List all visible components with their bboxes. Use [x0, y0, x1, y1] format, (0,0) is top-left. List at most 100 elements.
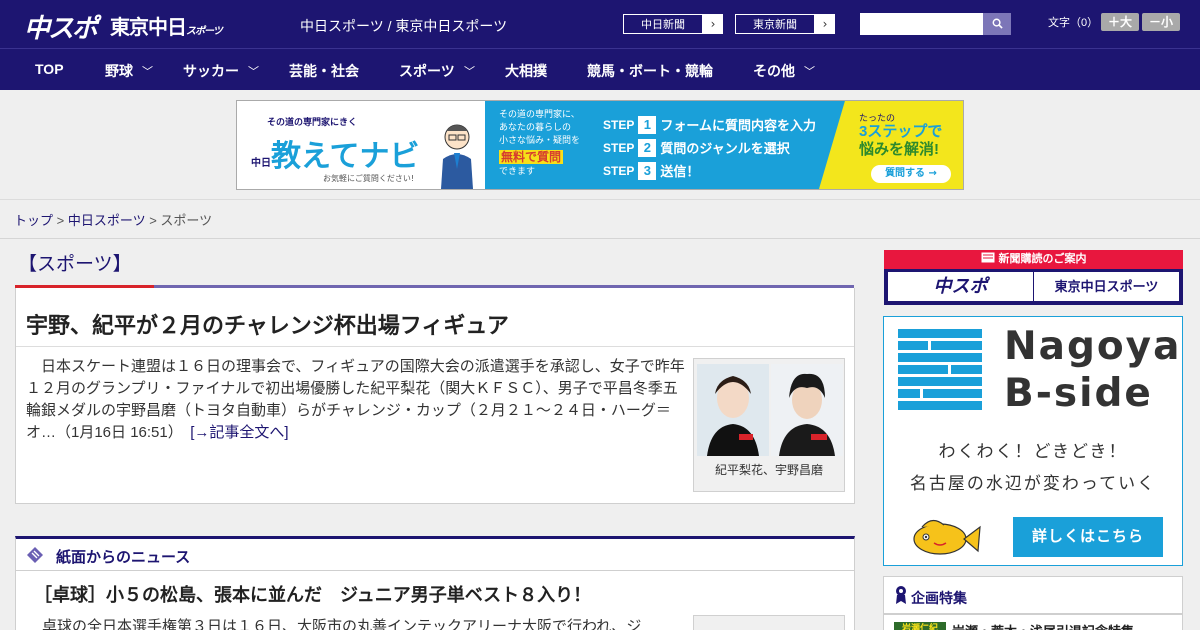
- nagoya-bside-ad[interactable]: Nagoya B-side わくわく！どきどき！ 名古屋の水辺が変わっていく 詳…: [883, 316, 1183, 566]
- ad-free-suffix: できます: [499, 167, 536, 177]
- ad-desc-panel: その道の専門家に、 あなたの暮らしの 小さな悩み・疑問を 無料で質問 できます: [485, 101, 601, 189]
- tokyo-chunichi-logo[interactable]: 東京中日スポーツ: [110, 11, 223, 40]
- feature-header: 企画特集: [883, 576, 1183, 614]
- advisor-illustration-icon: [441, 124, 473, 189]
- top-header: 中スポ 東京中日スポーツ 中日スポーツ / 東京中日スポーツ 中日新聞 › 東京…: [0, 0, 1200, 48]
- print-news-title: 紙面からのニュース: [56, 549, 191, 566]
- tokyo-shimbun-link[interactable]: 東京新聞 ›: [734, 13, 836, 35]
- bside-details-button[interactable]: 詳しくはこちら: [1013, 517, 1163, 557]
- ad-note: お気軽にご質問ください!: [323, 174, 415, 183]
- subscription-header-label: 新聞購読のご案内: [998, 253, 1087, 265]
- ad-desc-line: あなたの暮らしの: [499, 123, 572, 133]
- chevron-down-icon[interactable]: ﹀: [464, 63, 475, 79]
- feature-item[interactable]: 岩瀬仁紀 岩瀬・荒木・浅尾引退記念特集: [883, 614, 1183, 630]
- bside-subtitle-2: 名古屋の水辺が変わっていく: [909, 474, 1157, 493]
- subscribe-chunichi-sports[interactable]: 中スポ: [888, 272, 1033, 301]
- ribbon-badge-icon: [896, 586, 906, 604]
- chevron-down-icon[interactable]: ﹀: [248, 63, 259, 79]
- print-news-lead: 卓球の全日本選手権第３日は１６日、大阪市の丸善インテックアリーナ大阪で行われ、ジ: [42, 618, 642, 630]
- article-card: 宇野、紀平が２月のチャレンジ杯出場フィギュア 日本スケート連盟は１６日の理事会で…: [15, 288, 855, 504]
- article-body: 日本スケート連盟は１６日の理事会で、フィギュアの国際大会の派遣選手を承認し、女子…: [26, 356, 686, 444]
- tokyo-shimbun-label: 東京新聞: [735, 14, 815, 34]
- step-text: 質問のジャンルを選択: [660, 141, 790, 156]
- chevron-down-icon[interactable]: ﹀: [142, 63, 153, 79]
- step-label: STEP: [603, 163, 635, 178]
- font-bigger-button[interactable]: ＋大: [1101, 13, 1139, 31]
- bside-name-line2: B-side: [1004, 371, 1153, 416]
- kihira-photo: [697, 364, 769, 456]
- nav-item-baseball[interactable]: 野球: [105, 61, 133, 81]
- search-icon: [992, 18, 1003, 29]
- photo-caption: 紀平梨花、宇野昌磨: [714, 463, 823, 477]
- ad-headline-1: 3ステップで: [859, 123, 943, 140]
- breadcrumb: トップ > 中日スポーツ > スポーツ: [14, 210, 212, 229]
- breadcrumb-separator: >: [145, 213, 161, 228]
- nav-item-entertainment[interactable]: 芸能・社会: [289, 61, 359, 81]
- search-input[interactable]: [860, 13, 984, 35]
- step-number: 3: [638, 161, 657, 180]
- feature-item-tag: 岩瀬仁紀: [894, 622, 946, 630]
- nav-item-top[interactable]: TOP: [35, 61, 64, 77]
- tokyo-chunichi-logo-small: スポーツ: [186, 26, 223, 37]
- shachihoko-mascot-icon: [913, 519, 981, 555]
- ad-headline-2: 悩みを解消!: [859, 141, 939, 158]
- chevron-right-icon: ›: [710, 17, 716, 31]
- subscription-header: 新聞購読のご案内: [884, 250, 1183, 269]
- uno-photo: [771, 364, 843, 456]
- font-smaller-button[interactable]: －小: [1142, 13, 1180, 31]
- print-news-header: 紙面からのニュース: [15, 536, 855, 570]
- newspaper-icon: [27, 547, 43, 563]
- chevron-right-icon: ›: [822, 17, 828, 31]
- step-number: 2: [638, 138, 657, 157]
- ad-step-3: STEP 3 送信！: [603, 161, 699, 180]
- ad-brand: 中日教えてナビ: [251, 131, 420, 175]
- nagoya-bside-logo-icon: [898, 329, 982, 410]
- subscription-box: 新聞購読のご案内 中スポ 東京中日スポーツ: [884, 250, 1183, 305]
- nav-item-sports[interactable]: スポーツ: [399, 61, 455, 81]
- ad-headline: 3ステップで 悩みを解消!: [859, 123, 942, 159]
- ad-ask-button[interactable]: 質問する →: [871, 165, 951, 183]
- breadcrumb-chunichi-sports[interactable]: 中日スポーツ: [68, 213, 146, 228]
- oshiete-navi-ad[interactable]: その道の専門家にきく 中日教えてナビ お気軽にご質問ください! その道の専門家に…: [236, 100, 964, 190]
- print-news-thumbnail[interactable]: [693, 615, 845, 630]
- chunichi-shimbun-link[interactable]: 中日新聞 ›: [622, 13, 724, 35]
- ad-desc-line: その道の専門家に、: [499, 110, 580, 120]
- nav-item-sumo[interactable]: 大相撲: [505, 61, 547, 81]
- step-label: STEP: [603, 140, 635, 155]
- step-text: フォームに質問内容を入力: [660, 118, 816, 133]
- nav-item-racing[interactable]: 競馬・ボート・競輪: [587, 61, 713, 81]
- person-photo-icon: [771, 364, 843, 456]
- breadcrumb-current: スポーツ: [160, 213, 213, 228]
- print-news-headline[interactable]: ［卓球］小５の松島、張本に並んだ ジュニア男子単ベスト８入り！: [34, 581, 591, 607]
- breadcrumb-top[interactable]: トップ: [14, 213, 53, 228]
- article-summary: 日本スケート連盟は１６日の理事会で、フィギュアの国際大会の派遣選手を承認し、女子…: [26, 358, 685, 441]
- ad-step-2: STEP 2 質問のジャンルを選択: [603, 138, 790, 157]
- ad-free-label: 無料で質問: [499, 150, 564, 164]
- bside-name: Nagoya B-side: [1004, 323, 1181, 417]
- ad-brand-panel: その道の専門家にきく 中日教えてナビ お気軽にご質問ください!: [237, 101, 485, 189]
- article-title[interactable]: 宇野、紀平が２月のチャレンジ杯出場フィギュア: [26, 308, 509, 340]
- main-nav: TOP 野球 ﹀ サッカー ﹀ 芸能・社会 スポーツ ﹀ 大相撲 競馬・ボート・…: [0, 48, 1200, 90]
- step-number: 1: [638, 115, 657, 134]
- article-more-link[interactable]: [→記事全文へ]: [190, 424, 288, 441]
- chunichi-sports-logo[interactable]: 中スポ: [24, 8, 98, 45]
- step-label: STEP: [603, 117, 635, 132]
- person-photo-icon: [697, 364, 769, 456]
- ad-brand-prefix: 中日: [251, 158, 271, 169]
- feature-item-title: 岩瀬・荒木・浅尾引退記念特集: [952, 621, 1134, 630]
- chunichi-shimbun-label: 中日新聞: [623, 14, 703, 34]
- feature-title: 企画特集: [911, 590, 967, 606]
- nav-item-other[interactable]: その他: [753, 61, 795, 81]
- chevron-down-icon[interactable]: ﹀: [804, 63, 815, 79]
- subscribe-tokyo-chunichi[interactable]: 東京中日スポーツ: [1034, 272, 1179, 301]
- print-news-item: ［卓球］小５の松島、張本に並んだ ジュニア男子単ベスト８入り！ 卓球の全日本選手…: [15, 570, 855, 630]
- ad-tagline: その道の専門家にきく: [267, 118, 358, 128]
- category-title: 【スポーツ】: [18, 254, 132, 275]
- ad-brand-name: 教えてナビ: [271, 140, 420, 173]
- tokyo-chunichi-logo-text: 東京中日: [110, 17, 187, 39]
- search-button[interactable]: [983, 13, 1011, 35]
- ad-steps-panel: STEP 1 フォームに質問内容を入力 STEP 2 質問のジャンルを選択 STEP 3 送…: [601, 101, 849, 189]
- article-photo[interactable]: 紀平梨花、宇野昌磨: [693, 358, 845, 492]
- newspaper-icon: [981, 252, 994, 263]
- nav-item-soccer[interactable]: サッカー: [183, 61, 239, 81]
